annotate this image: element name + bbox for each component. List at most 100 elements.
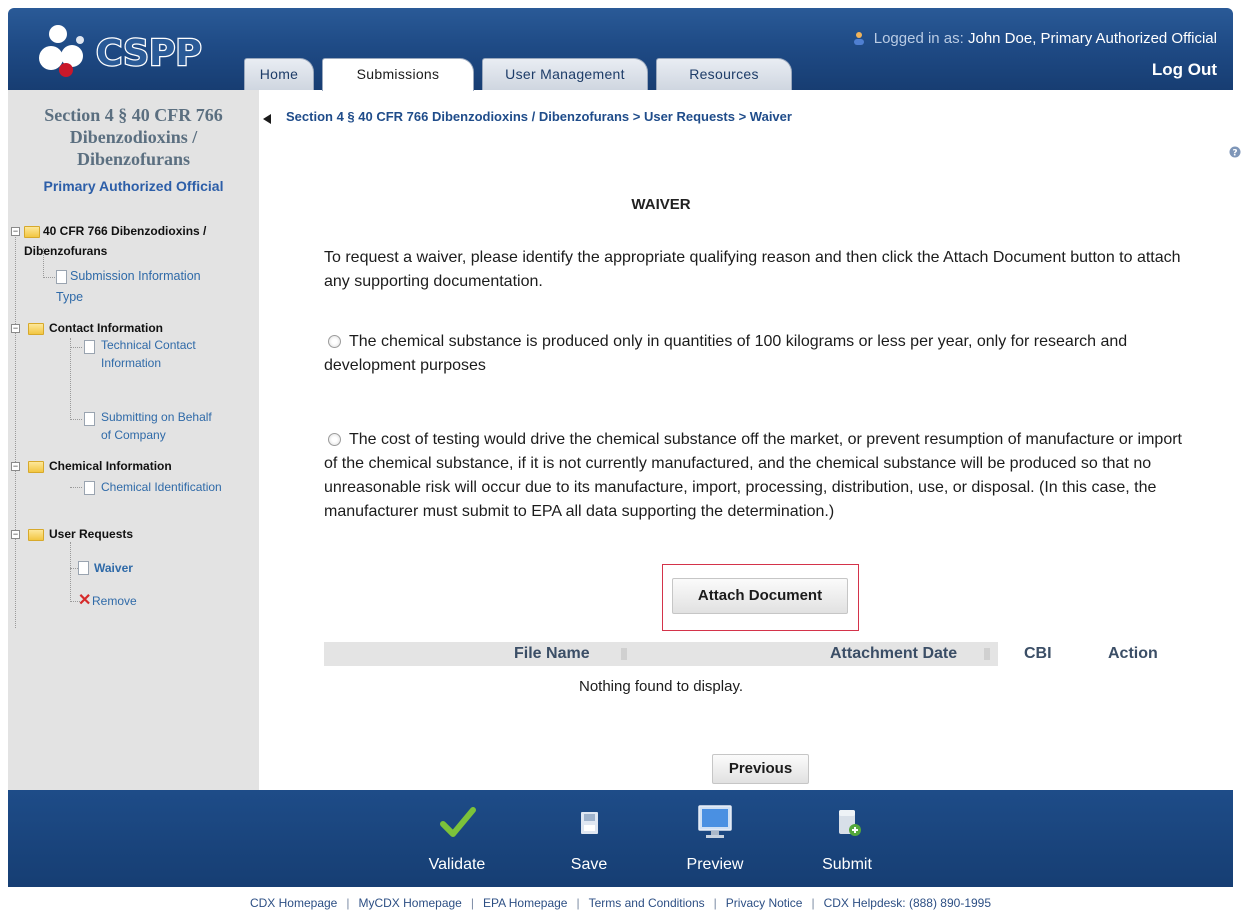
validate-button[interactable]: Validate <box>412 790 502 887</box>
collapse-root-toggle[interactable]: − <box>11 227 20 236</box>
column-header-action[interactable]: Action <box>1108 642 1158 666</box>
attach-document-button[interactable]: Attach Document <box>672 578 848 614</box>
tree-item-remove[interactable]: Remove <box>92 591 172 611</box>
tree-root[interactable]: 40 CFR 766 Dibenzodioxins / <box>43 221 259 241</box>
save-button[interactable]: Save <box>544 790 634 887</box>
footer-link-privacy[interactable]: Privacy Notice <box>726 896 803 910</box>
sidebar: Section 4 § 40 CFR 766 Dibenzodioxins / … <box>8 90 259 790</box>
document-icon <box>56 270 67 284</box>
document-icon <box>78 561 89 575</box>
column-header-attachment-date[interactable]: Attachment Date <box>830 642 957 666</box>
tab-user-management[interactable]: User Management <box>482 58 648 90</box>
tree-item-label: Submission Information <box>70 269 201 283</box>
logout-link[interactable]: Log Out <box>1152 60 1217 80</box>
folder-icon <box>28 529 44 541</box>
sort-icon <box>984 648 990 660</box>
header: CSPP Logged in as: John Doe, Primary Aut… <box>0 0 1241 91</box>
empty-table-message: Nothing found to display. <box>579 678 743 695</box>
waiver-option-2-radio[interactable] <box>328 433 341 446</box>
tree-folder-chemical-information[interactable]: Chemical Information <box>49 456 249 476</box>
footer-link-terms[interactable]: Terms and Conditions <box>589 896 705 910</box>
save-label: Save <box>570 856 608 873</box>
footer-separator: | <box>576 896 580 910</box>
save-icon <box>581 812 598 834</box>
tree-folder-contact-information[interactable]: Contact Information <box>49 318 249 338</box>
folder-icon <box>28 461 44 473</box>
collapse-contact-toggle[interactable]: − <box>11 324 20 333</box>
tree-line <box>70 542 71 602</box>
waiver-option-2: The cost of testing would drive the chem… <box>324 428 1184 524</box>
tree-line <box>15 232 16 628</box>
document-icon <box>84 412 95 426</box>
sidebar-title-line: Dibenzofurans <box>76 149 190 169</box>
tree-line <box>43 277 57 278</box>
sort-icon <box>621 648 627 660</box>
breadcrumb[interactable]: Section 4 § 40 CFR 766 Dibenzodioxins / … <box>286 109 792 124</box>
tree-item-label: Information <box>101 356 162 370</box>
tree-line <box>70 338 71 420</box>
cspp-logo[interactable]: CSPP <box>36 20 226 80</box>
tree-line <box>70 347 82 348</box>
help-icon[interactable]: ? <box>1229 146 1241 158</box>
collapse-chemical-toggle[interactable]: − <box>11 462 20 471</box>
document-icon <box>84 340 95 354</box>
submit-label: Submit <box>822 856 872 873</box>
tree-line <box>70 487 82 488</box>
attachments-table-header: File Name Attachment Date CBI Action <box>324 642 1158 666</box>
sidebar-title: Section 4 § 40 CFR 766 Dibenzodioxins / … <box>8 104 259 170</box>
waiver-option-1-radio[interactable] <box>328 335 341 348</box>
page-title: WAIVER <box>631 196 691 213</box>
footer-link-cdx-homepage[interactable]: CDX Homepage <box>250 896 337 910</box>
tree-item-submission-information-type[interactable]: Submission Information <box>70 266 250 286</box>
preview-button[interactable]: Preview <box>670 790 760 887</box>
column-header-file-name[interactable]: File Name <box>514 642 590 666</box>
preview-label: Preview <box>686 856 744 873</box>
logged-in-user: Logged in as: John Doe, Primary Authoriz… <box>852 30 1217 49</box>
intro-text: To request a waiver, please identify the… <box>324 249 1181 290</box>
tree-item-technical-contact[interactable]: Technical Contact Information <box>101 336 251 372</box>
footer-link-helpdesk[interactable]: CDX Helpdesk: (888) 890-1995 <box>824 896 991 910</box>
tree-item-label: Technical Contact <box>101 338 196 352</box>
footer-separator: | <box>346 896 350 910</box>
tree-item-label: of Company <box>101 428 166 442</box>
tree-item-submission-information-type-cont[interactable]: Type <box>56 287 156 307</box>
submit-button[interactable]: Submit <box>802 790 892 887</box>
folder-icon <box>24 226 40 238</box>
tree-root-label-cont[interactable]: Dibenzofurans <box>24 241 240 261</box>
footer-separator: | <box>811 896 815 910</box>
bottom-toolbar: Validate Save Preview Submit <box>8 790 1233 887</box>
logged-in-label: Logged in as: <box>873 30 964 47</box>
checkmark-icon <box>440 807 476 837</box>
waiver-option-1: The chemical substance is produced only … <box>324 330 1184 378</box>
logged-in-name: John Doe, Primary Authorized Official <box>967 30 1217 47</box>
waiver-option-2-label: The cost of testing would drive the chem… <box>324 431 1182 520</box>
footer-link-epa-homepage[interactable]: EPA Homepage <box>483 896 568 910</box>
previous-button[interactable]: Previous <box>712 754 809 784</box>
tab-home[interactable]: Home <box>244 58 314 90</box>
validate-label: Validate <box>428 856 486 873</box>
folder-icon <box>28 323 44 335</box>
tree-line <box>70 419 82 420</box>
footer-separator: | <box>713 896 717 910</box>
footer-separator: | <box>470 896 474 910</box>
document-icon <box>84 481 95 495</box>
tab-resources[interactable]: Resources <box>656 58 792 90</box>
cspp-logo-graphic: CSPP <box>39 25 203 77</box>
sidebar-role: Primary Authorized Official <box>43 178 224 194</box>
tree-folder-user-requests[interactable]: User Requests <box>49 524 249 544</box>
collapse-sidebar-icon[interactable] <box>263 114 271 124</box>
collapse-user-requests-toggle[interactable]: − <box>11 530 20 539</box>
tree-item-waiver[interactable]: Waiver <box>94 558 174 578</box>
footer-link-mycdx-homepage[interactable]: MyCDX Homepage <box>358 896 461 910</box>
tree-item-chemical-identification[interactable]: Chemical Identification <box>101 477 261 497</box>
tree-root-label: 40 CFR 766 Dibenzodioxins / <box>43 224 207 238</box>
footer: CDX Homepage | MyCDX Homepage | EPA Homepage… <box>0 896 1241 910</box>
sidebar-title-line: Dibenzodioxins / <box>69 127 198 147</box>
column-header-cbi[interactable]: CBI <box>1024 642 1052 666</box>
tree-item-label: Submitting on Behalf <box>101 410 212 424</box>
svg-text:CSPP: CSPP <box>96 33 202 74</box>
tree-item-submitting-on-behalf[interactable]: Submitting on Behalf of Company <box>101 408 261 444</box>
tab-submissions[interactable]: Submissions <box>322 58 474 91</box>
user-icon <box>852 31 866 49</box>
monitor-icon <box>698 805 732 838</box>
